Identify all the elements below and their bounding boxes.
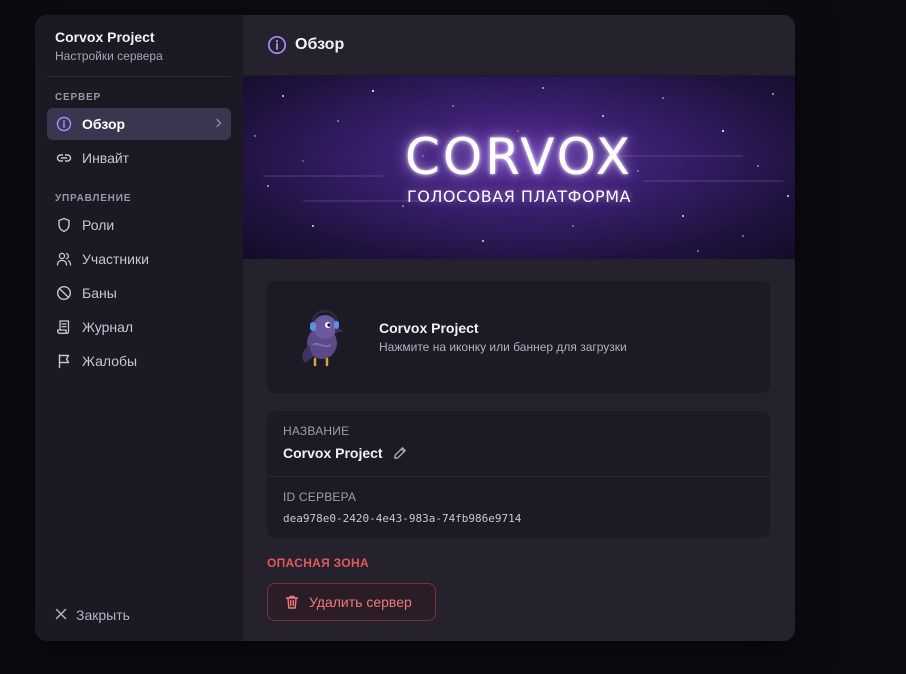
- sidebar-item-label: Участники: [82, 251, 149, 267]
- info-icon: [267, 35, 287, 55]
- users-icon: [55, 250, 73, 268]
- sidebar-item-overview[interactable]: Обзор: [47, 108, 231, 140]
- sidebar-item-roles[interactable]: Роли: [47, 209, 231, 241]
- server-settings-modal: Corvox Project Настройки сервера СЕРВЕР …: [35, 15, 795, 641]
- server-id-value[interactable]: dea978e0-2420-4e43-983a-74fb986e9714: [283, 512, 754, 525]
- close-label: Закрыть: [76, 607, 130, 623]
- sidebar-item-label: Обзор: [82, 116, 126, 132]
- close-button[interactable]: Закрыть: [55, 607, 130, 623]
- server-info-card: НАЗВАНИЕ Corvox Project ID СЕРВЕРА dea97…: [267, 411, 770, 538]
- server-avatar[interactable]: [291, 305, 355, 369]
- profile-upload-hint: Нажмите на иконку или баннер для загрузк…: [379, 340, 627, 354]
- sidebar-item-label: Роли: [82, 217, 115, 233]
- server-name-value: Corvox Project: [283, 445, 383, 461]
- sidebar-item-reports[interactable]: Жалобы: [47, 345, 231, 377]
- server-id-row: ID СЕРВЕРА dea978e0-2420-4e43-983a-74fb9…: [267, 477, 770, 525]
- link-icon: [55, 149, 73, 167]
- page-title: Обзор: [295, 36, 345, 53]
- sidebar-section-server: СЕРВЕР: [55, 92, 101, 103]
- edit-pencil-icon[interactable]: [393, 446, 407, 460]
- settings-content: Обзор CORVOX ГОЛОСОВАЯ ПЛАТФОРМА Corvox …: [243, 15, 795, 641]
- delete-server-button[interactable]: Удалить сервер: [267, 583, 436, 621]
- shield-icon: [55, 216, 73, 234]
- server-settings-subtitle: Настройки сервера: [55, 49, 163, 63]
- delete-server-label: Удалить сервер: [309, 594, 412, 610]
- banner-tagline: ГОЛОСОВАЯ ПЛАТФОРМА: [407, 187, 631, 206]
- server-profile-card: Corvox Project Нажмите на иконку или бан…: [267, 281, 770, 393]
- sidebar-item-bans[interactable]: Баны: [47, 277, 231, 309]
- content-header: Обзор: [243, 15, 795, 76]
- server-id-label: ID СЕРВЕРА: [283, 490, 357, 504]
- scroll-icon: [55, 318, 73, 336]
- server-name-row: НАЗВАНИЕ Corvox Project: [267, 411, 770, 477]
- sidebar-item-label: Жалобы: [82, 353, 138, 369]
- server-name: Corvox Project: [55, 29, 155, 45]
- sidebar-item-label: Инвайт: [82, 150, 130, 166]
- sidebar-item-members[interactable]: Участники: [47, 243, 231, 275]
- sidebar-item-label: Баны: [82, 285, 117, 301]
- profile-server-name: Corvox Project: [379, 320, 479, 336]
- flag-icon: [55, 352, 73, 370]
- info-icon: [55, 115, 73, 133]
- sidebar-divider: [47, 76, 231, 77]
- sidebar-section-manage: УПРАВЛЕНИЕ: [55, 193, 132, 204]
- sidebar-item-label: Журнал: [82, 319, 134, 335]
- banner-logo-text: CORVOX: [404, 128, 633, 186]
- ban-icon: [55, 284, 73, 302]
- raven-mascot-icon: [302, 309, 344, 367]
- sidebar-item-invite[interactable]: Инвайт: [47, 142, 231, 174]
- settings-sidebar: Corvox Project Настройки сервера СЕРВЕР …: [35, 15, 243, 641]
- danger-zone-label: ОПАСНАЯ ЗОНА: [267, 556, 369, 570]
- close-icon: [55, 607, 67, 623]
- chevron-right-icon: [215, 117, 223, 131]
- server-banner[interactable]: CORVOX ГОЛОСОВАЯ ПЛАТФОРМА: [243, 76, 795, 259]
- trash-icon: [284, 594, 300, 610]
- server-name-label: НАЗВАНИЕ: [283, 424, 350, 438]
- sidebar-item-log[interactable]: Журнал: [47, 311, 231, 343]
